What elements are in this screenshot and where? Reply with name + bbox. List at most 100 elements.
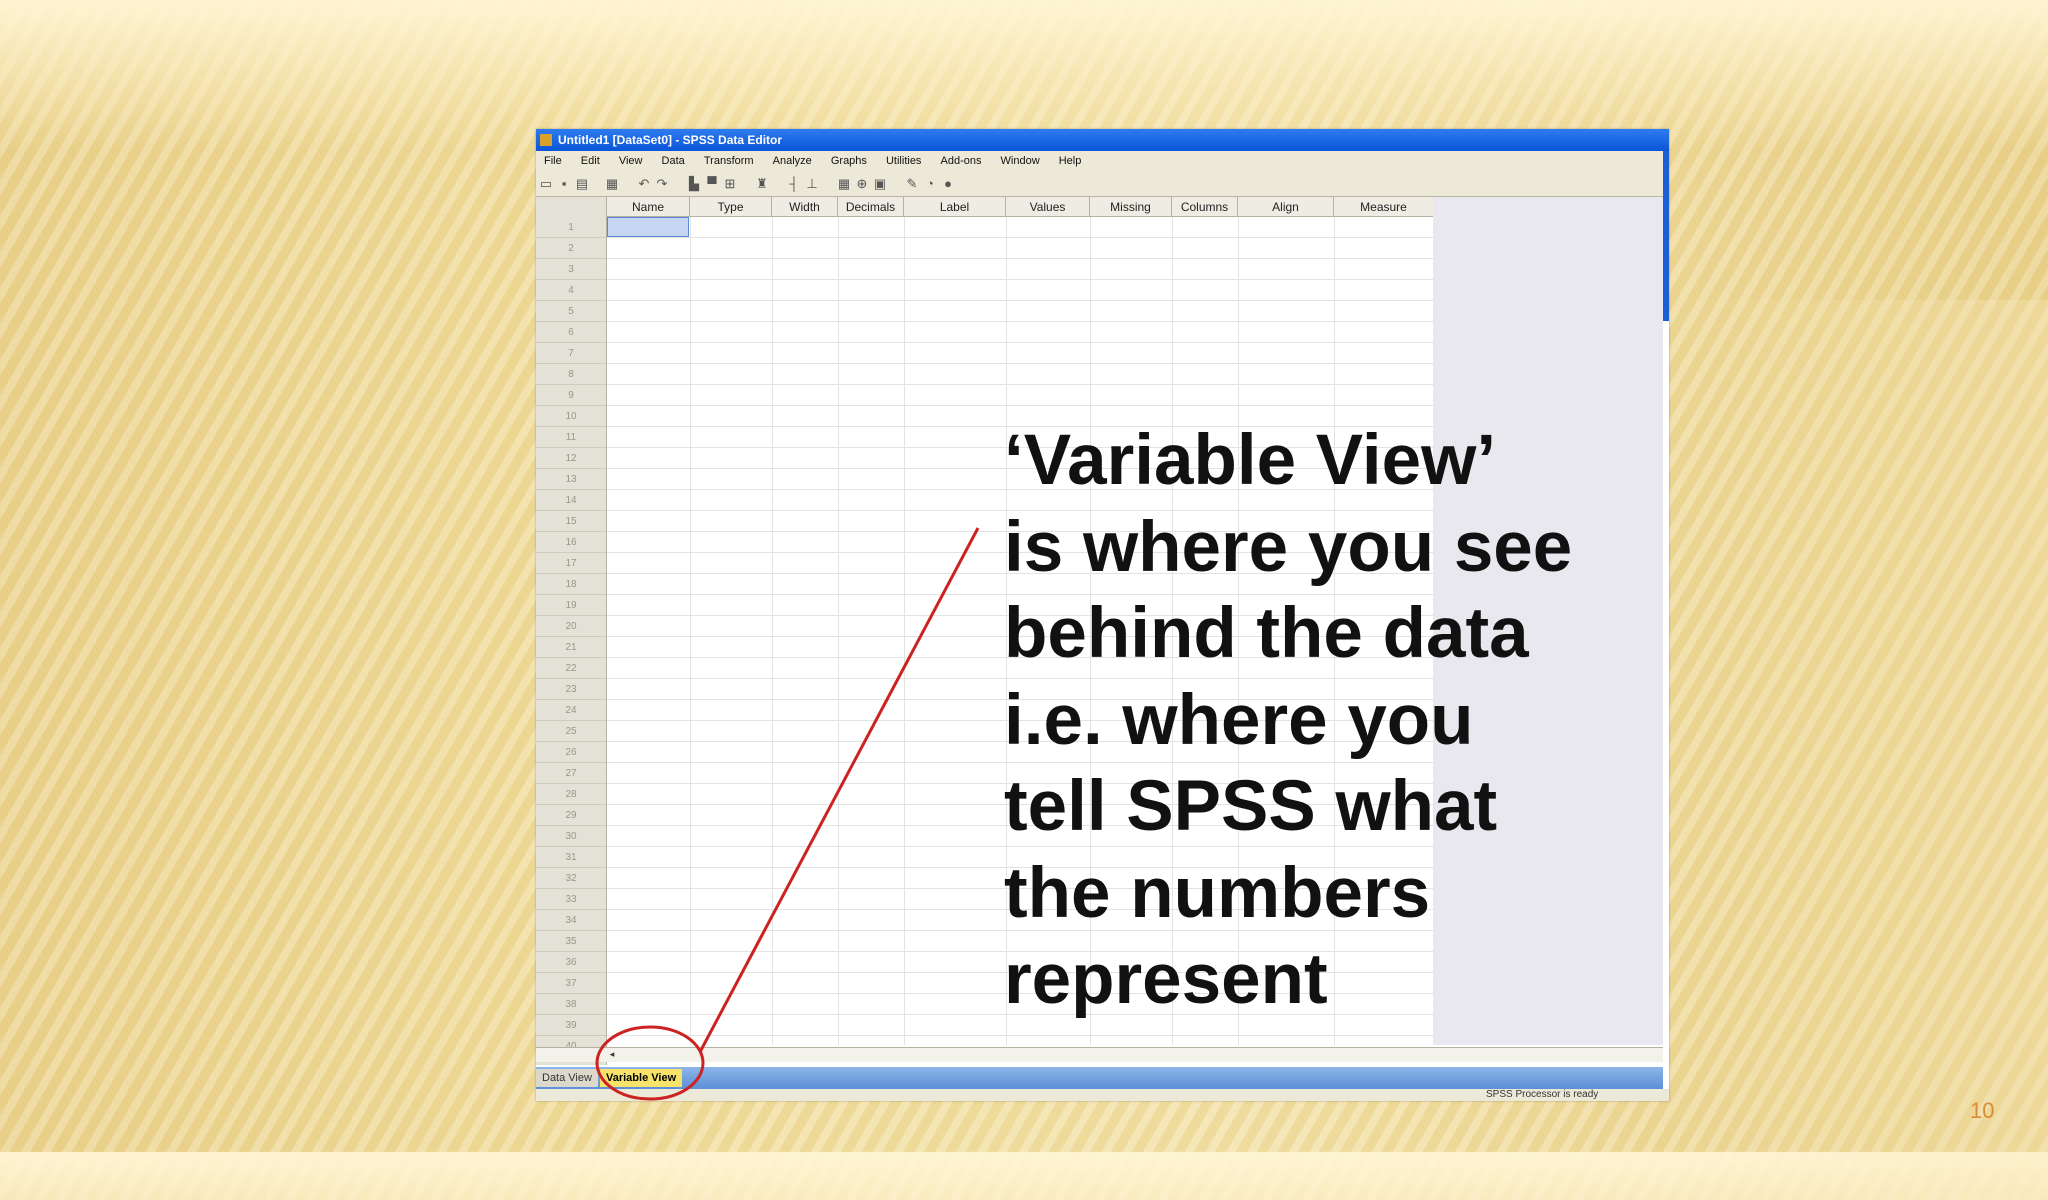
grid-corner — [536, 197, 607, 218]
row-header[interactable]: 27 — [536, 763, 606, 784]
row-header[interactable]: 2 — [536, 238, 606, 259]
status-text: SPSS Processor is ready — [1486, 1089, 1599, 1100]
weight-cases-icon[interactable]: ▦ — [836, 176, 852, 191]
menu-window[interactable]: Window — [993, 151, 1048, 172]
dialog-recall-icon[interactable]: ▦ — [604, 176, 620, 191]
row-headers: 1 2 3 4 5 6 7 8 9 10 11 12 13 14 15 16 17 18 19 20 21 22 23 24 2… — [536, 217, 607, 1065]
row-header[interactable]: 33 — [536, 889, 606, 910]
row-header[interactable]: 36 — [536, 952, 606, 973]
menu-graphs[interactable]: Graphs — [823, 151, 875, 172]
tab-data-view[interactable]: Data View — [536, 1069, 598, 1087]
select-cases-icon[interactable]: ⊕ — [854, 176, 870, 191]
row-header[interactable]: 35 — [536, 931, 606, 952]
show-all-icon[interactable]: ◔ — [922, 176, 938, 191]
row-header[interactable]: 5 — [536, 301, 606, 322]
row-header[interactable]: 15 — [536, 511, 606, 532]
row-header[interactable]: 1 — [536, 217, 606, 238]
column-header-missing[interactable]: Missing — [1090, 197, 1172, 217]
grid-line — [690, 217, 691, 1045]
grid-line — [772, 217, 773, 1045]
row-header[interactable]: 38 — [536, 994, 606, 1015]
row-header[interactable]: 14 — [536, 490, 606, 511]
row-header[interactable]: 24 — [536, 700, 606, 721]
row-header[interactable]: 17 — [536, 553, 606, 574]
row-header[interactable]: 6 — [536, 322, 606, 343]
tab-variable-view[interactable]: Variable View — [600, 1069, 683, 1087]
row-header[interactable]: 12 — [536, 448, 606, 469]
row-header[interactable]: 32 — [536, 868, 606, 889]
horizontal-scrollbar[interactable]: ◂ — [536, 1047, 1663, 1062]
grid-line — [838, 217, 839, 1045]
menu-data[interactable]: Data — [654, 151, 693, 172]
column-header-type[interactable]: Type — [690, 197, 772, 217]
redo-icon[interactable]: ↷ — [654, 176, 670, 191]
row-header[interactable]: 16 — [536, 532, 606, 553]
variables-icon[interactable]: ▀ — [704, 176, 720, 191]
column-header-columns[interactable]: Columns — [1172, 197, 1238, 217]
row-header[interactable]: 11 — [536, 427, 606, 448]
scroll-left-icon[interactable]: ◂ — [606, 1049, 618, 1060]
split-file-icon[interactable]: ⊥ — [804, 176, 820, 191]
use-sets-icon[interactable]: ✎ — [904, 176, 920, 191]
row-header[interactable]: 21 — [536, 637, 606, 658]
column-header-values[interactable]: Values — [1006, 197, 1090, 217]
menu-help[interactable]: Help — [1051, 151, 1090, 172]
column-header-label[interactable]: Label — [904, 197, 1006, 217]
goto-case-icon[interactable]: ▙ — [686, 176, 702, 191]
insert-variable-icon[interactable]: ┤ — [786, 176, 802, 191]
menu-transform[interactable]: Transform — [696, 151, 762, 172]
row-header[interactable]: 4 — [536, 280, 606, 301]
row-header[interactable]: 29 — [536, 805, 606, 826]
row-header[interactable]: 10 — [536, 406, 606, 427]
row-header[interactable]: 3 — [536, 259, 606, 280]
value-labels-icon[interactable]: ▣ — [872, 176, 888, 191]
row-header[interactable]: 19 — [536, 595, 606, 616]
column-header-measure[interactable]: Measure — [1334, 197, 1434, 217]
row-header[interactable]: 26 — [536, 742, 606, 763]
column-header-align[interactable]: Align — [1238, 197, 1334, 217]
open-icon[interactable]: ▭ — [538, 176, 554, 191]
status-bar: SPSS Processor is ready — [536, 1089, 1669, 1101]
row-header[interactable]: 31 — [536, 847, 606, 868]
row-header[interactable]: 18 — [536, 574, 606, 595]
row-header[interactable]: 9 — [536, 385, 606, 406]
column-header-name[interactable]: Name — [607, 197, 690, 217]
spelling-icon[interactable]: ● — [940, 176, 956, 191]
spss-app-icon — [540, 134, 552, 146]
window-title: Untitled1 [DataSet0] - SPSS Data Editor — [558, 133, 783, 147]
menu-file[interactable]: File — [536, 151, 570, 172]
row-header[interactable]: 30 — [536, 826, 606, 847]
window-frame-edge — [1663, 151, 1669, 321]
row-header[interactable]: 22 — [536, 658, 606, 679]
print-icon[interactable]: ▤ — [574, 176, 590, 191]
view-tabs: Data View Variable View — [536, 1067, 1663, 1089]
save-icon[interactable]: ▪ — [556, 176, 572, 191]
menu-utilities[interactable]: Utilities — [878, 151, 929, 172]
row-header[interactable]: 39 — [536, 1015, 606, 1036]
menu-view[interactable]: View — [611, 151, 651, 172]
title-bar: Untitled1 [DataSet0] - SPSS Data Editor — [536, 129, 1669, 151]
selected-cell[interactable] — [607, 217, 689, 237]
menu-analyze[interactable]: Analyze — [765, 151, 820, 172]
column-header-decimals[interactable]: Decimals — [838, 197, 904, 217]
toolbar: ▭ ▪ ▤ ▦ ↶ ↷ ▙ ▀ ⊞ ♜ ┤ ⊥ ▦ ⊕ ▣ ✎ ◔ ● — [536, 172, 1663, 197]
undo-icon[interactable]: ↶ — [636, 176, 652, 191]
find-icon[interactable]: ⊞ — [722, 176, 738, 191]
row-header[interactable]: 20 — [536, 616, 606, 637]
column-header-width[interactable]: Width — [772, 197, 838, 217]
row-header[interactable]: 23 — [536, 679, 606, 700]
row-header[interactable]: 8 — [536, 364, 606, 385]
row-header[interactable]: 28 — [536, 784, 606, 805]
insert-cases-icon[interactable]: ♜ — [754, 176, 770, 191]
row-header[interactable]: 37 — [536, 973, 606, 994]
annotation-text: ‘Variable View’ is where you see behind … — [1004, 421, 1573, 1019]
menu-edit[interactable]: Edit — [573, 151, 608, 172]
background-glow — [1660, 300, 2048, 1200]
page-number: 10 — [1970, 1098, 1995, 1123]
grid-line — [904, 217, 905, 1045]
menu-add-ons[interactable]: Add-ons — [933, 151, 990, 172]
row-header[interactable]: 25 — [536, 721, 606, 742]
row-header[interactable]: 13 — [536, 469, 606, 490]
row-header[interactable]: 34 — [536, 910, 606, 931]
row-header[interactable]: 7 — [536, 343, 606, 364]
